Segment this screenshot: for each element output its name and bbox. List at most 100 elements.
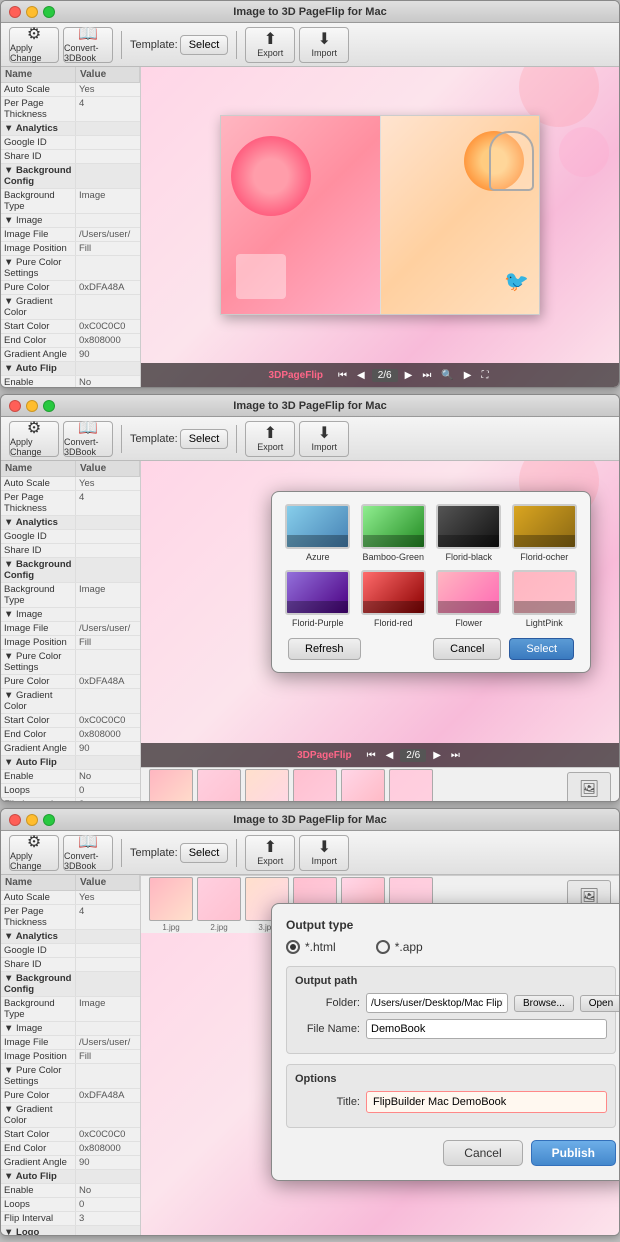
- settings-row: Image PositionFill: [1, 1050, 140, 1064]
- export-button-3[interactable]: ⬆ Export: [245, 835, 295, 871]
- settings-header: Name Value: [1, 67, 140, 83]
- settings-row-name: ▼ Gradient Color: [1, 295, 76, 319]
- template-group: Template: Select: [130, 35, 228, 55]
- settings-row: Loops0: [1, 784, 140, 798]
- settings-row: EnableNo: [1, 770, 140, 784]
- thumbnail[interactable]: [197, 769, 241, 801]
- browse-button[interactable]: Browse...: [514, 995, 574, 1012]
- convert-label-2: Convert-3DBook: [64, 437, 112, 457]
- thumbnail[interactable]: [149, 769, 193, 801]
- maximize-button-3[interactable]: [43, 814, 55, 826]
- import-image-button[interactable]: 🖼ImportImage: [567, 772, 611, 802]
- next-page-btn-2[interactable]: ▶: [430, 749, 444, 762]
- settings-panel-2[interactable]: Name Value Auto ScaleYesPer Page Thickne…: [1, 461, 141, 801]
- theme-item[interactable]: Florid-black: [435, 504, 503, 562]
- thumbnail-container[interactable]: 3.jpg: [245, 769, 289, 801]
- toolbar-sep-5: [121, 839, 122, 867]
- settings-row: Flip Interval3: [1, 798, 140, 801]
- settings-row: Per Page Thickness4: [1, 491, 140, 516]
- thumbnail[interactable]: [149, 877, 193, 921]
- last-page-btn[interactable]: ⏭: [419, 369, 434, 382]
- prev-page-btn[interactable]: ◀: [354, 369, 368, 382]
- app-option[interactable]: *.app: [376, 940, 423, 954]
- prev-page-btn-2[interactable]: ◀: [383, 749, 397, 762]
- import-label-3: Import: [312, 856, 338, 866]
- thumbnail-container[interactable]: 6.jpg: [389, 769, 433, 801]
- apply-change-button-2[interactable]: ⚙ Apply Change: [9, 421, 59, 457]
- theme-item[interactable]: LightPink: [511, 570, 579, 628]
- close-button[interactable]: [9, 6, 21, 18]
- select-button-3[interactable]: Select: [180, 843, 229, 863]
- maximize-button[interactable]: [43, 6, 55, 18]
- close-button-2[interactable]: [9, 400, 21, 412]
- theme-item[interactable]: Flower: [435, 570, 503, 628]
- cancel-theme-button[interactable]: Cancel: [433, 638, 501, 660]
- export-button-2[interactable]: ⬆ Export: [245, 421, 295, 457]
- thumbnail[interactable]: [245, 769, 289, 801]
- settings-row-value: [76, 150, 140, 163]
- import-button[interactable]: ⬇ Import: [299, 27, 349, 63]
- apply-change-button-3[interactable]: ⚙ Apply Change: [9, 835, 59, 871]
- import-button-3[interactable]: ⬇ Import: [299, 835, 349, 871]
- filename-input[interactable]: [366, 1019, 607, 1039]
- html-radio[interactable]: [286, 940, 300, 954]
- value-col-header: Value: [76, 67, 140, 82]
- refresh-button[interactable]: Refresh: [288, 638, 361, 660]
- import-button-2[interactable]: ⬇ Import: [299, 421, 349, 457]
- next-page-btn[interactable]: ▶: [402, 369, 416, 382]
- app-radio[interactable]: [376, 940, 390, 954]
- first-page-btn[interactable]: ⏮: [335, 369, 350, 382]
- minimize-button-3[interactable]: [26, 814, 38, 826]
- folder-input[interactable]: [366, 993, 508, 1013]
- settings-header-2: Name Value: [1, 461, 140, 477]
- theme-item[interactable]: Florid-ocher: [511, 504, 579, 562]
- settings-row: ▼ Background Config: [1, 558, 140, 583]
- theme-item[interactable]: Azure: [284, 504, 352, 562]
- open-button[interactable]: Open: [580, 995, 619, 1012]
- apply-change-button[interactable]: ⚙ Apply Change: [9, 27, 59, 63]
- select-theme-button[interactable]: Select: [509, 638, 574, 660]
- settings-row-name: Enable: [1, 770, 76, 783]
- export-button[interactable]: ⬆ Export: [245, 27, 295, 63]
- select-button-2[interactable]: Select: [180, 429, 229, 449]
- convert-3dbook-button[interactable]: 📖 Convert-3DBook: [63, 27, 113, 63]
- thumbnail-container[interactable]: 2.jpg: [197, 877, 241, 932]
- import-icon-3: ⬇: [318, 840, 331, 856]
- settings-panel-3[interactable]: Name Value Auto ScaleYesPer Page Thickne…: [1, 875, 141, 1235]
- convert-3dbook-button-3[interactable]: 📖 Convert-3DBook: [63, 835, 113, 871]
- convert-3dbook-button-2[interactable]: 📖 Convert-3DBook: [63, 421, 113, 457]
- select-button[interactable]: Select: [180, 35, 229, 55]
- settings-row: Google ID: [1, 136, 140, 150]
- thumbnail[interactable]: [389, 769, 433, 801]
- settings-panel-1[interactable]: Name Value Auto ScaleYesPer Page Thickne…: [1, 67, 141, 387]
- minimize-button-2[interactable]: [26, 400, 38, 412]
- title-input[interactable]: [366, 1091, 607, 1113]
- minimize-button[interactable]: [26, 6, 38, 18]
- thumbnail-container[interactable]: 2.jpg: [197, 769, 241, 801]
- theme-item[interactable]: Florid-Purple: [284, 570, 352, 628]
- theme-item[interactable]: Bamboo-Green: [360, 504, 428, 562]
- publish-button[interactable]: Publish: [531, 1140, 616, 1166]
- thumbnail[interactable]: [341, 769, 385, 801]
- thumbnail[interactable]: [293, 769, 337, 801]
- play-btn[interactable]: ▶: [461, 369, 475, 382]
- html-option[interactable]: *.html: [286, 940, 336, 954]
- settings-row-name: Per Page Thickness: [1, 491, 76, 515]
- cancel-button[interactable]: Cancel: [443, 1140, 522, 1166]
- settings-row-value: [76, 689, 140, 713]
- fullscreen-btn[interactable]: ⛶: [478, 369, 491, 382]
- thumbnail-container[interactable]: 4.jpg: [293, 769, 337, 801]
- zoom-in-btn[interactable]: 🔍: [438, 369, 456, 382]
- thumbnail[interactable]: [197, 877, 241, 921]
- close-button-3[interactable]: [9, 814, 21, 826]
- theme-item[interactable]: Florid-red: [360, 570, 428, 628]
- last-page-btn-2[interactable]: ⏭: [448, 749, 463, 762]
- maximize-button-2[interactable]: [43, 400, 55, 412]
- toolbar-sep-6: [236, 839, 237, 867]
- thumbnail-container[interactable]: 1.jpg: [149, 877, 193, 932]
- settings-row-value: [76, 558, 140, 582]
- thumbnail-container[interactable]: 1.jpg: [149, 769, 193, 801]
- app-label: *.app: [395, 940, 423, 954]
- first-page-btn-2[interactable]: ⏮: [364, 749, 379, 762]
- thumbnail-container[interactable]: 5.jpg: [341, 769, 385, 801]
